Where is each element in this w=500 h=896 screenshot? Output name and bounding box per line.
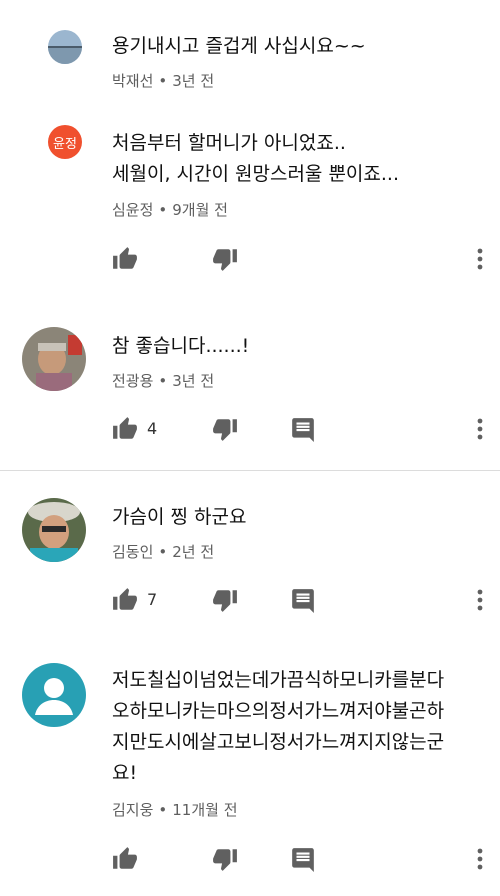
comment-line: 요! <box>112 762 138 784</box>
avatar-initials[interactable]: 윤정 <box>48 125 82 159</box>
reply-button[interactable] <box>290 587 316 617</box>
more-vert-icon <box>477 848 483 870</box>
thumb-down-icon <box>213 419 237 441</box>
reply-icon <box>292 848 314 872</box>
thumb-down-icon <box>213 249 237 271</box>
like-button[interactable] <box>112 846 138 876</box>
dislike-button[interactable] <box>212 846 238 876</box>
comment-actions: 4 <box>0 416 500 446</box>
like-button[interactable] <box>112 246 138 276</box>
avatar-photo[interactable] <box>22 327 86 391</box>
like-button[interactable] <box>112 416 138 446</box>
reply-icon <box>292 418 314 442</box>
comment-text: 가슴이 찡 하군요 <box>112 506 247 528</box>
author-name[interactable]: 전광용 <box>112 372 153 390</box>
comment-4: 가슴이 찡 하군요 김동인 • 2년 전 7 <box>0 471 500 641</box>
avatar-photo-image <box>22 327 86 391</box>
comment-2: 윤정 처음부터 할머니가 아니었죠.. 세월이, 시간이 원망스러울 뿐이죠..… <box>0 110 500 280</box>
author-name[interactable]: 심윤정 <box>112 201 153 219</box>
comment-3: 참 좋습니다......! 전광용 • 3년 전 4 <box>0 300 500 470</box>
default-avatar[interactable] <box>22 663 86 727</box>
reply-icon <box>292 589 314 613</box>
comment-time: 3년 전 <box>172 72 215 90</box>
comment-time: 11개월 전 <box>172 801 238 819</box>
avatar-landscape-image <box>48 30 82 64</box>
avatar-photo[interactable] <box>22 498 86 562</box>
comment-actions <box>0 246 500 276</box>
reply-button[interactable] <box>290 416 316 446</box>
thumb-down-icon <box>213 590 237 612</box>
comment-actions <box>0 846 500 876</box>
comment-meta: 박재선 • 3년 전 <box>112 70 214 91</box>
author-name[interactable]: 김지웅 <box>112 801 153 819</box>
thumb-up-icon <box>113 247 137 269</box>
like-count: 4 <box>147 419 158 438</box>
person-icon <box>22 663 86 727</box>
more-options-button[interactable] <box>470 846 490 876</box>
comment-line: 저도칠십이넘었는데가끔식하모니카를분다 <box>112 669 445 691</box>
comment-5: 저도칠십이넘었는데가끔식하모니카를분다 오하모니카는마으의정서가느껴저야불곤하 … <box>0 641 500 896</box>
thumb-up-icon <box>113 417 137 439</box>
comment-meta: 전광용 • 3년 전 <box>112 370 214 391</box>
comment-meta: 김동인 • 2년 전 <box>112 541 214 562</box>
comment-line: 오하모니카는마으의정서가느껴저야불곤하 <box>112 700 445 722</box>
more-vert-icon <box>477 418 483 440</box>
thumb-up-icon <box>113 588 137 610</box>
comment-actions: 7 <box>0 587 500 617</box>
more-options-button[interactable] <box>470 246 490 276</box>
meta-separator: • <box>158 372 168 390</box>
comment-time: 3년 전 <box>172 372 215 390</box>
comment-line: 지만도시에살고보니정서가느껴지지않는군 <box>112 731 445 753</box>
comment-line: 처음부터 할머니가 아니었죠.. <box>112 132 346 154</box>
avatar-initials-text: 윤정 <box>48 125 82 159</box>
more-options-button[interactable] <box>470 587 490 617</box>
author-name[interactable]: 김동인 <box>112 543 153 561</box>
meta-separator: • <box>158 72 168 90</box>
comment-meta: 김지웅 • 11개월 전 <box>112 799 238 820</box>
meta-separator: • <box>158 201 168 219</box>
comment-text: 용기내시고 즐겁게 사십시요~~ <box>112 35 366 57</box>
more-vert-icon <box>477 589 483 611</box>
more-vert-icon <box>477 248 483 270</box>
comment-1: 용기내시고 즐겁게 사십시요~~ 박재선 • 3년 전 <box>0 0 500 110</box>
like-button[interactable] <box>112 587 138 617</box>
dislike-button[interactable] <box>212 416 238 446</box>
thumb-down-icon <box>213 849 237 871</box>
comment-text: 참 좋습니다......! <box>112 335 250 357</box>
comment-line: 세월이, 시간이 원망스러울 뿐이죠... <box>112 163 399 185</box>
comment-text: 저도칠십이넘었는데가끔식하모니카를분다 오하모니카는마으의정서가느껴저야불곤하 … <box>112 665 488 789</box>
thumb-up-icon <box>113 847 137 869</box>
reply-button[interactable] <box>290 846 316 876</box>
avatar-photo-image <box>22 498 86 562</box>
more-options-button[interactable] <box>470 416 490 446</box>
avatar-landscape[interactable] <box>48 30 82 64</box>
meta-separator: • <box>158 543 168 561</box>
comment-time: 9개월 전 <box>172 201 228 219</box>
dislike-button[interactable] <box>212 246 238 276</box>
like-count: 7 <box>147 590 158 609</box>
comment-meta: 심윤정 • 9개월 전 <box>112 199 228 220</box>
author-name[interactable]: 박재선 <box>112 72 153 90</box>
dislike-button[interactable] <box>212 587 238 617</box>
comment-time: 2년 전 <box>172 543 215 561</box>
comment-text: 처음부터 할머니가 아니었죠.. 세월이, 시간이 원망스러울 뿐이죠... <box>112 128 488 190</box>
meta-separator: • <box>158 801 168 819</box>
